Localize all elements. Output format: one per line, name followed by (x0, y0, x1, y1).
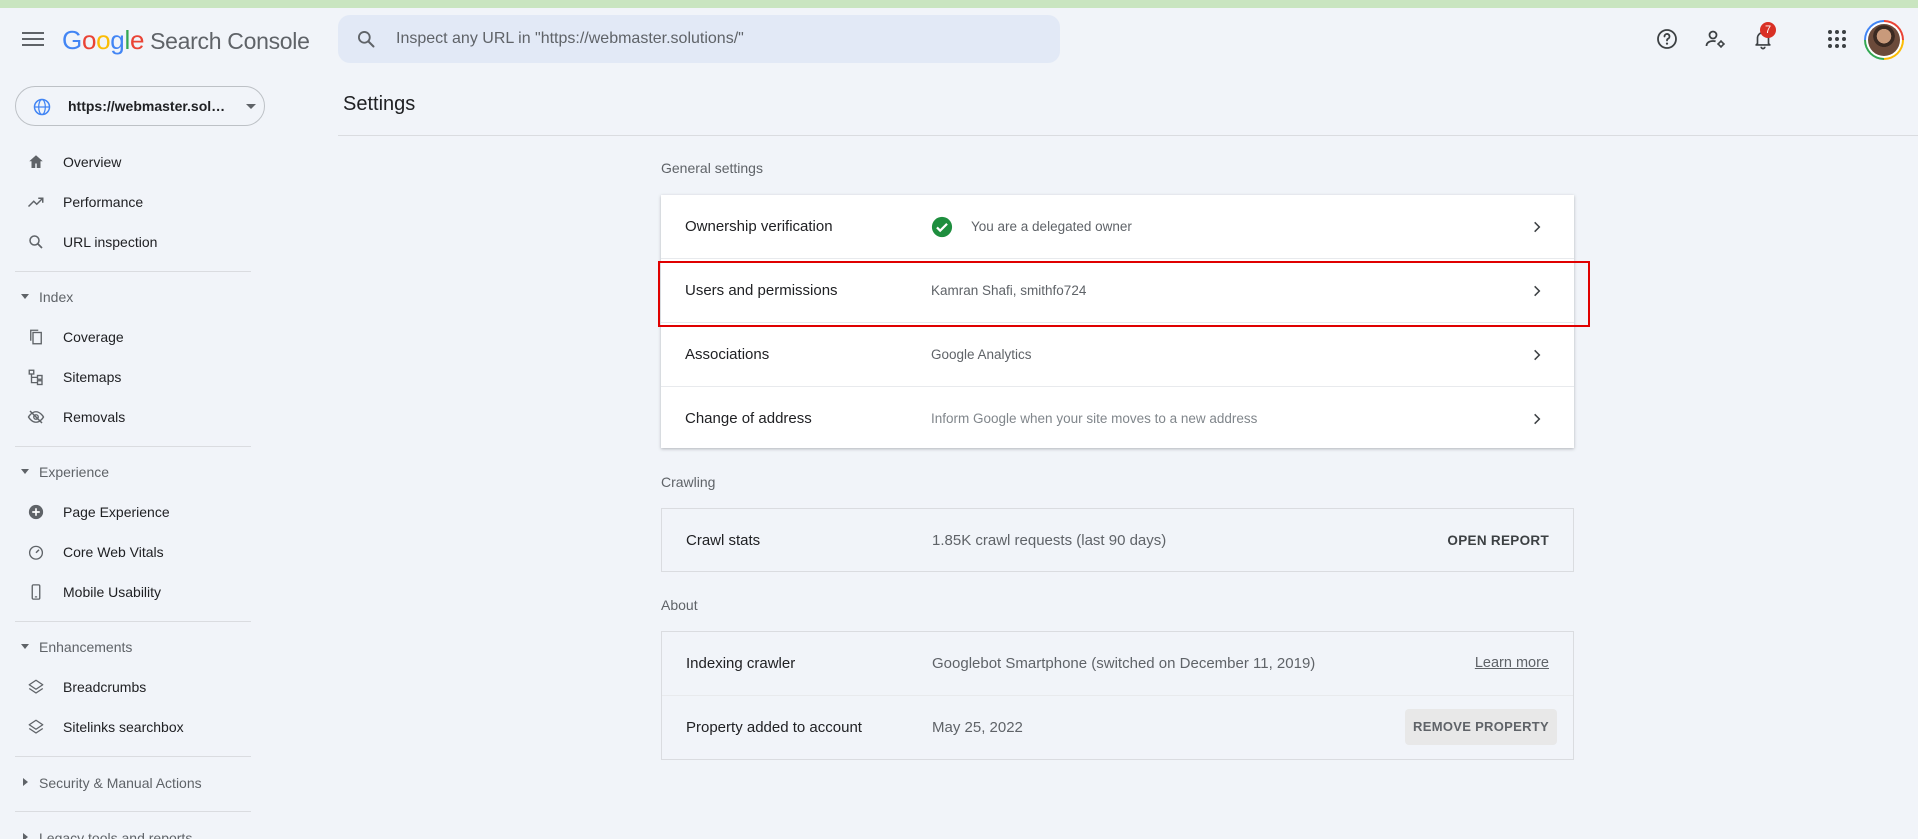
page-title: Settings (343, 93, 416, 115)
layers-icon (27, 678, 45, 696)
settings-row-users-and-permissions[interactable]: Users and permissions Kamran Shafi, smit… (661, 259, 1574, 323)
about-card: Indexing crawler Googlebot Smartphone (s… (661, 631, 1574, 760)
property-url: https://webmaster.solutions/ (68, 98, 228, 114)
sidebar-item-performance[interactable]: Performance (0, 184, 262, 220)
expand-more-icon (23, 833, 28, 839)
crawling-heading: Crawling (661, 474, 716, 490)
manage-users-icon[interactable] (1700, 24, 1730, 54)
general-settings-card: Ownership verification You are a delegat… (661, 195, 1574, 448)
app-header: GoogleSearch Console 7 (0, 8, 1918, 70)
apps-grid-icon[interactable] (1822, 24, 1852, 54)
learn-more-link[interactable]: Learn more (1475, 655, 1549, 671)
settings-row-property-added: Property added to account May 25, 2022 R… (662, 696, 1573, 760)
chevron-right-icon (1534, 221, 1541, 233)
search-icon (27, 233, 45, 251)
sidebar-divider (15, 756, 251, 757)
expand-less-icon (21, 294, 29, 299)
sidebar-item-overview[interactable]: Overview (0, 144, 262, 180)
sidebar-item-sitelinks-searchbox[interactable]: Sitelinks searchbox (0, 709, 262, 745)
dropdown-caret-icon (246, 104, 256, 109)
visibility-off-icon (27, 408, 45, 426)
sidebar-section-experience[interactable]: Experience (0, 457, 262, 487)
settings-row-change-of-address[interactable]: Change of address Inform Google when you… (661, 387, 1574, 451)
product-logo[interactable]: Google Search Console (62, 25, 310, 56)
sidebar-divider (15, 446, 251, 447)
title-divider (338, 135, 1918, 136)
sidebar-divider (15, 621, 251, 622)
sidebar-item-page-experience[interactable]: Page Experience (0, 494, 262, 530)
chevron-right-icon (1534, 285, 1541, 297)
browser-top-strip (0, 0, 1918, 8)
property-selector[interactable]: https://webmaster.solutions/ (15, 86, 265, 126)
open-report-button[interactable]: OPEN REPORT (1447, 533, 1549, 548)
sidebar-section-enhancements[interactable]: Enhancements (0, 632, 262, 662)
expand-less-icon (21, 644, 29, 649)
smartphone-icon (27, 583, 45, 601)
sidebar-item-coverage[interactable]: Coverage (0, 319, 262, 355)
expand-less-icon (21, 469, 29, 474)
url-inspection-search[interactable] (338, 15, 1060, 63)
product-name: Search Console (150, 28, 310, 54)
check-circle-icon (931, 216, 953, 238)
expand-more-icon (23, 778, 28, 786)
chevron-right-icon (1534, 349, 1541, 361)
sidebar-item-removals[interactable]: Removals (0, 399, 262, 435)
trending-up-icon (27, 193, 45, 211)
sitemap-icon (27, 368, 45, 386)
crawling-card: Crawl stats 1.85K crawl requests (last 9… (661, 508, 1574, 572)
add-circle-icon (27, 503, 45, 521)
about-heading: About (661, 597, 698, 613)
sidebar-item-mobile-usability[interactable]: Mobile Usability (0, 574, 262, 610)
menu-icon[interactable] (22, 29, 44, 49)
settings-row-indexing-crawler: Indexing crawler Googlebot Smartphone (s… (662, 632, 1573, 696)
sidebar-item-url-inspection[interactable]: URL inspection (0, 224, 262, 260)
notifications-badge: 7 (1760, 22, 1776, 38)
sidebar-section-index[interactable]: Index (0, 282, 262, 312)
layers-icon (27, 718, 45, 736)
sidebar-section-legacy-tools[interactable]: Legacy tools and reports (0, 823, 262, 839)
general-settings-heading: General settings (661, 160, 763, 176)
settings-row-associations[interactable]: Associations Google Analytics (661, 323, 1574, 387)
globe-icon (33, 98, 51, 116)
speed-icon (27, 543, 45, 561)
file-copy-icon (27, 328, 45, 346)
chevron-right-icon (1534, 413, 1541, 425)
search-input[interactable] (396, 15, 1036, 63)
settings-row-ownership-verification[interactable]: Ownership verification You are a delegat… (661, 195, 1574, 259)
help-icon[interactable] (1652, 24, 1682, 54)
sidebar-divider (15, 271, 251, 272)
sidebar-item-sitemaps[interactable]: Sitemaps (0, 359, 262, 395)
sidebar-section-security-manual-actions[interactable]: Security & Manual Actions (0, 768, 262, 798)
sidebar-item-breadcrumbs[interactable]: Breadcrumbs (0, 669, 262, 705)
sidebar-divider (15, 811, 251, 812)
settings-row-crawl-stats: Crawl stats 1.85K crawl requests (last 9… (686, 532, 1549, 549)
account-avatar[interactable] (1864, 20, 1904, 60)
home-icon (27, 153, 45, 171)
sidebar-item-core-web-vitals[interactable]: Core Web Vitals (0, 534, 262, 570)
search-icon (358, 31, 375, 48)
remove-property-button[interactable]: REMOVE PROPERTY (1405, 709, 1557, 745)
